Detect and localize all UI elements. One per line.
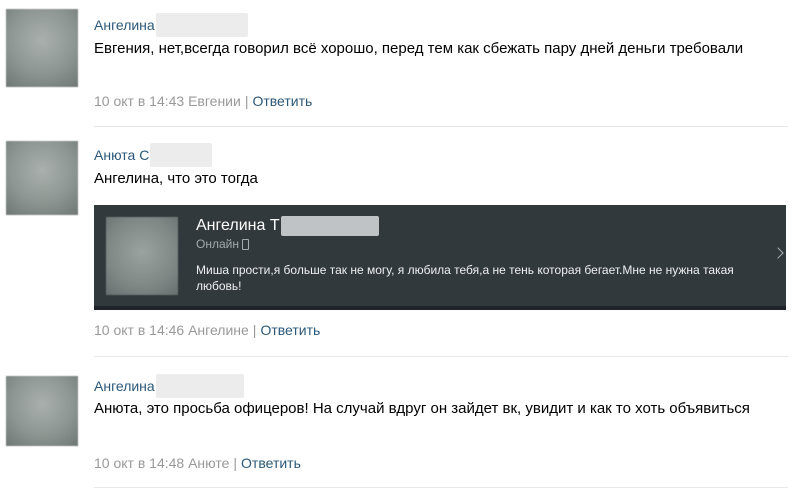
comment-text: Ангелина, что это тогда (94, 170, 258, 187)
comment-time[interactable]: 10 окт в 14:43 (94, 93, 184, 109)
comment-meta: 10 окт в 14:48 Анюте | Ответить (94, 455, 301, 471)
meta-separator: | (244, 93, 249, 109)
comment-meta: 10 окт в 14:46 Ангелине | Ответить (94, 322, 320, 338)
attachment-name: Ангелина Т (196, 216, 379, 236)
comment-text: Анюта, это просьба офицеров! На случай в… (94, 400, 750, 417)
comment-author[interactable]: Ангелина (94, 13, 248, 37)
comment-meta: 10 окт в 14:43 Евгении | Ответить (94, 93, 312, 109)
comment-reply-to[interactable]: Евгении (188, 93, 241, 109)
attachment-status: Онлайн (196, 237, 249, 251)
redacted-name (155, 13, 248, 37)
comment-time[interactable]: 10 окт в 14:46 (94, 322, 184, 338)
redacted-name (150, 143, 213, 167)
meta-separator: | (233, 455, 238, 471)
phone-icon (241, 238, 249, 250)
attachment-message: Миша прости,я больше так не могу, я люби… (196, 263, 734, 293)
attached-screenshot[interactable]: Ангелина Т Онлайн Миша прости,я больше т… (94, 205, 786, 310)
comment-time[interactable]: 10 окт в 14:48 (94, 455, 184, 471)
author-name[interactable]: Ангелина (94, 378, 155, 394)
avatar[interactable] (6, 141, 78, 215)
reply-button[interactable]: Ответить (252, 93, 312, 109)
redacted-name (280, 216, 379, 236)
comment-text: Евгения, нет,всегда говорил всё хорошо, … (94, 40, 744, 57)
reply-button[interactable]: Ответить (260, 322, 320, 338)
attachment-name-text: Ангелина Т (196, 217, 280, 234)
comment-reply-to[interactable]: Ангелине (188, 322, 249, 338)
comment-divider (94, 487, 788, 488)
chevron-right-icon (772, 247, 784, 259)
reply-button[interactable]: Ответить (241, 455, 301, 471)
avatar[interactable] (6, 9, 78, 87)
redacted-name (155, 374, 244, 398)
avatar[interactable] (6, 376, 78, 446)
comment-author[interactable]: Анюта С (94, 143, 213, 167)
attachment-avatar (106, 217, 178, 295)
comment-author[interactable]: Ангелина (94, 374, 244, 398)
comment-divider (94, 356, 788, 357)
comment-divider (94, 126, 788, 127)
attachment-bottom-bar (94, 306, 786, 310)
attachment-status-text: Онлайн (196, 237, 239, 251)
author-name[interactable]: Анюта С (94, 147, 149, 163)
author-name[interactable]: Ангелина (94, 17, 155, 33)
meta-separator: | (252, 322, 257, 338)
comment-reply-to[interactable]: Анюте (188, 455, 229, 471)
